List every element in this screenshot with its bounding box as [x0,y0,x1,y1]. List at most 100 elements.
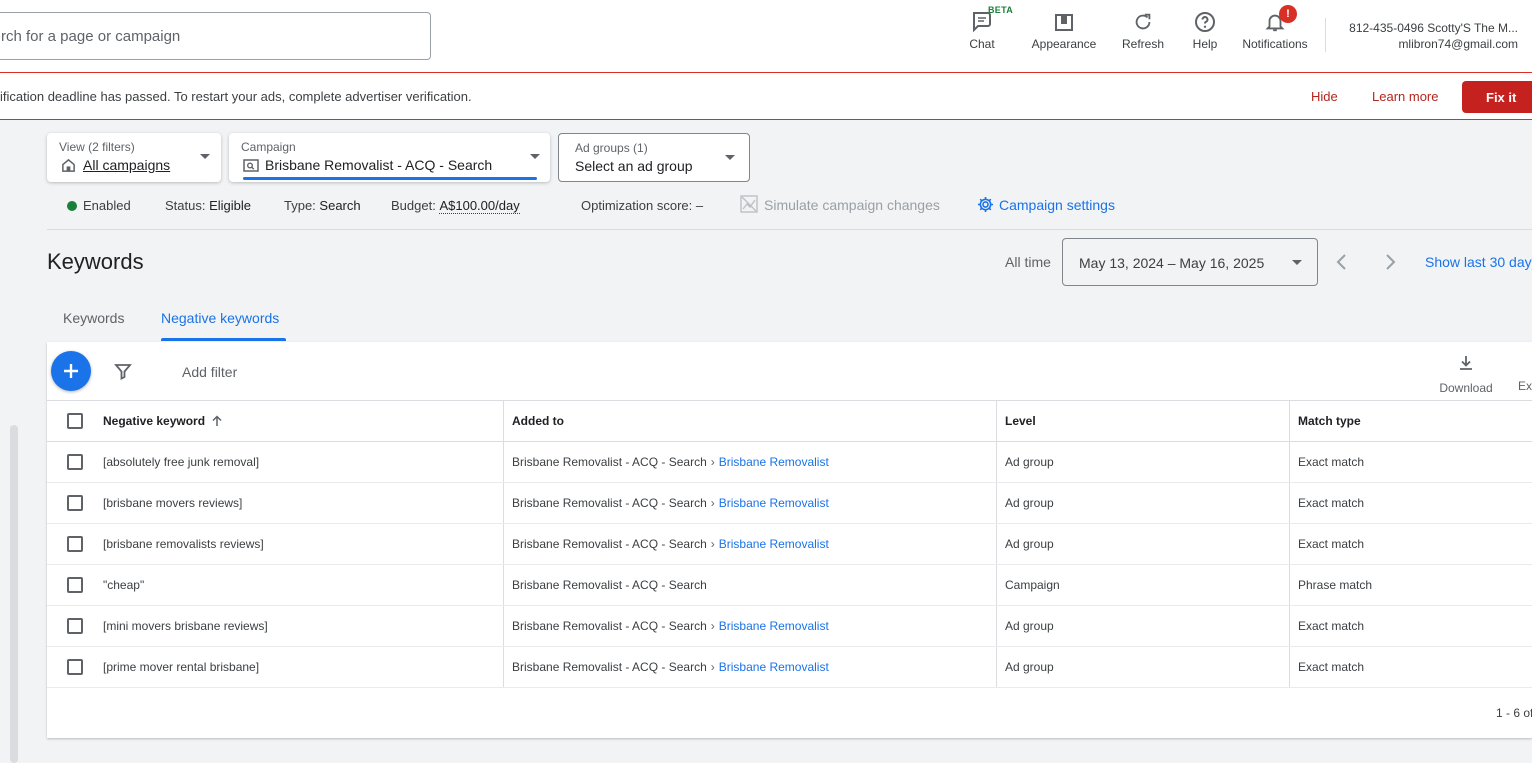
ad-groups-selector[interactable]: Ad groups (1) Select an ad group [558,133,750,182]
search-input[interactable]: rch for a page or campaign [0,12,431,60]
account-name: 812-435-0496 Scotty'S The M... [1349,21,1518,35]
added-to-ad-group-link[interactable]: Brisbane Removalist [719,455,829,469]
status-label: Status: [165,198,206,213]
column-divider [1289,565,1290,605]
added-to-ad-group-link[interactable]: Brisbane Removalist [719,496,829,510]
next-period-icon[interactable] [1382,252,1398,278]
simulate-chart-icon [740,195,758,216]
show-last-30-days-link[interactable]: Show last 30 days [1425,254,1532,270]
row-checkbox[interactable] [67,618,83,634]
level-cell: Ad group [1005,537,1054,551]
row-checkbox[interactable] [67,495,83,511]
campaign-selector[interactable]: Campaign Brisbane Removalist - ACQ - Sea… [229,133,550,182]
chat-button[interactable]: BETA Chat [962,5,1012,51]
added-to-cell: Brisbane Removalist - ACQ - Search › Brisb… [512,442,829,482]
column-header-negative-keyword[interactable]: Negative keyword [103,401,223,441]
beta-badge: BETA [988,5,1014,15]
table-row[interactable]: [brisbane removalists reviews] Brisbane R… [47,524,1532,565]
search-campaign-icon [243,158,259,178]
added-to-campaign: Brisbane Removalist - ACQ - Search [512,455,707,469]
download-button[interactable]: Download [1437,354,1495,395]
added-to-cell: Brisbane Removalist - ACQ - Search › Brisb… [512,483,829,523]
refresh-button[interactable]: Refresh [1118,8,1168,51]
negative-keyword-cell: [brisbane movers reviews] [103,496,243,510]
all-time-label: All time [1005,254,1051,270]
table-row[interactable]: [absolutely free junk removal] Brisbane R… [47,442,1532,483]
column-header-level[interactable]: Level [1005,401,1036,441]
table-row[interactable]: [brisbane movers reviews] Brisbane Remova… [47,483,1532,524]
refresh-icon [1118,8,1168,36]
added-to-campaign: Brisbane Removalist - ACQ - Search [512,578,707,592]
column-divider [503,483,504,523]
account-switcher[interactable]: 812-435-0496 Scotty'S The M... mlibron74… [1349,20,1518,52]
campaign-budget[interactable]: Budget: A$100.00/day [391,198,520,214]
column-header-added-to[interactable]: Added to [512,401,564,441]
budget-label: Budget: [391,198,436,213]
select-all-checkbox[interactable] [67,413,83,429]
breadcrumb-separator: › [710,537,715,551]
simulate-campaign-changes: Simulate campaign changes [740,195,940,216]
left-scrollbar[interactable] [10,425,18,763]
date-range-picker[interactable]: May 13, 2024 – May 16, 2025 [1062,238,1318,286]
tab-keywords[interactable]: Keywords [63,310,124,326]
column-divider [1289,606,1290,646]
page-title: Keywords [47,249,144,274]
level-cell: Ad group [1005,496,1054,510]
notifications-button[interactable]: ! Notifications [1236,5,1314,51]
row-checkbox[interactable] [67,577,83,593]
row-checkbox[interactable] [67,454,83,470]
appearance-icon [1028,8,1100,36]
negative-keyword-cell: "cheap" [103,578,145,592]
type-value: Search [319,198,361,213]
download-icon [1460,356,1472,370]
expand-button-label[interactable]: Ex [1518,379,1532,393]
table-row[interactable]: "cheap" Brisbane Removalist - ACQ - Searc… [47,565,1532,606]
row-checkbox[interactable] [67,536,83,552]
campaign-settings-link[interactable]: Campaign settings [976,195,1115,217]
chevron-down-icon [530,154,540,159]
added-to-ad-group-link[interactable]: Brisbane Removalist [719,660,829,674]
breadcrumb-separator: › [710,496,715,510]
previous-period-icon[interactable] [1334,252,1350,278]
learn-more-link[interactable]: Learn more [1372,89,1438,104]
column-header-match-type[interactable]: Match type [1298,401,1361,441]
column-divider [503,647,504,687]
column-divider [996,647,997,687]
table-row[interactable]: [prime mover rental brisbane] Brisbane Re… [47,647,1532,688]
tab-negative-keywords[interactable]: Negative keywords [161,310,279,326]
level-cell: Ad group [1005,660,1054,674]
breadcrumb-separator: › [710,619,715,633]
pagination-label: 1 - 6 of 6 [1496,706,1532,720]
budget-value[interactable]: A$100.00/day [439,198,520,214]
breadcrumb-separator: › [710,455,715,469]
add-negative-keyword-button[interactable] [51,351,91,391]
added-to-ad-group-link[interactable]: Brisbane Removalist [719,619,829,633]
bell-icon [1236,8,1314,36]
verification-alert: ification deadline has passed. To restar… [0,72,1532,120]
fix-it-button[interactable]: Fix it [1462,81,1532,113]
refresh-label: Refresh [1121,37,1165,51]
help-button[interactable]: Help [1187,8,1223,51]
gear-icon [976,195,995,217]
home-icon [61,158,76,178]
add-filter-input[interactable]: Add filter [182,364,237,380]
added-to-campaign: Brisbane Removalist - ACQ - Search [512,496,707,510]
row-checkbox[interactable] [67,659,83,675]
hide-link[interactable]: Hide [1311,89,1338,104]
campaign-caption: Campaign [241,140,296,154]
campaign-selector-focus-bar [243,177,537,180]
table-row[interactable]: [mini movers brisbane reviews] Brisbane R… [47,606,1532,647]
column-divider [503,524,504,564]
view-selector[interactable]: View (2 filters) All campaigns [47,133,221,182]
added-to-ad-group-link[interactable]: Brisbane Removalist [719,537,829,551]
filter-icon[interactable] [114,362,132,385]
appearance-button[interactable]: Appearance [1028,8,1100,51]
match-type-cell: Exact match [1298,619,1365,633]
column-divider [503,606,504,646]
column-divider [503,565,504,605]
help-icon [1187,8,1223,36]
campaign-enabled-status[interactable]: Enabled [67,198,131,213]
ad-groups-value: Select an ad group [575,158,693,174]
view-caption: View (2 filters) [59,140,135,154]
negative-keyword-cell: [mini movers brisbane reviews] [103,619,268,633]
